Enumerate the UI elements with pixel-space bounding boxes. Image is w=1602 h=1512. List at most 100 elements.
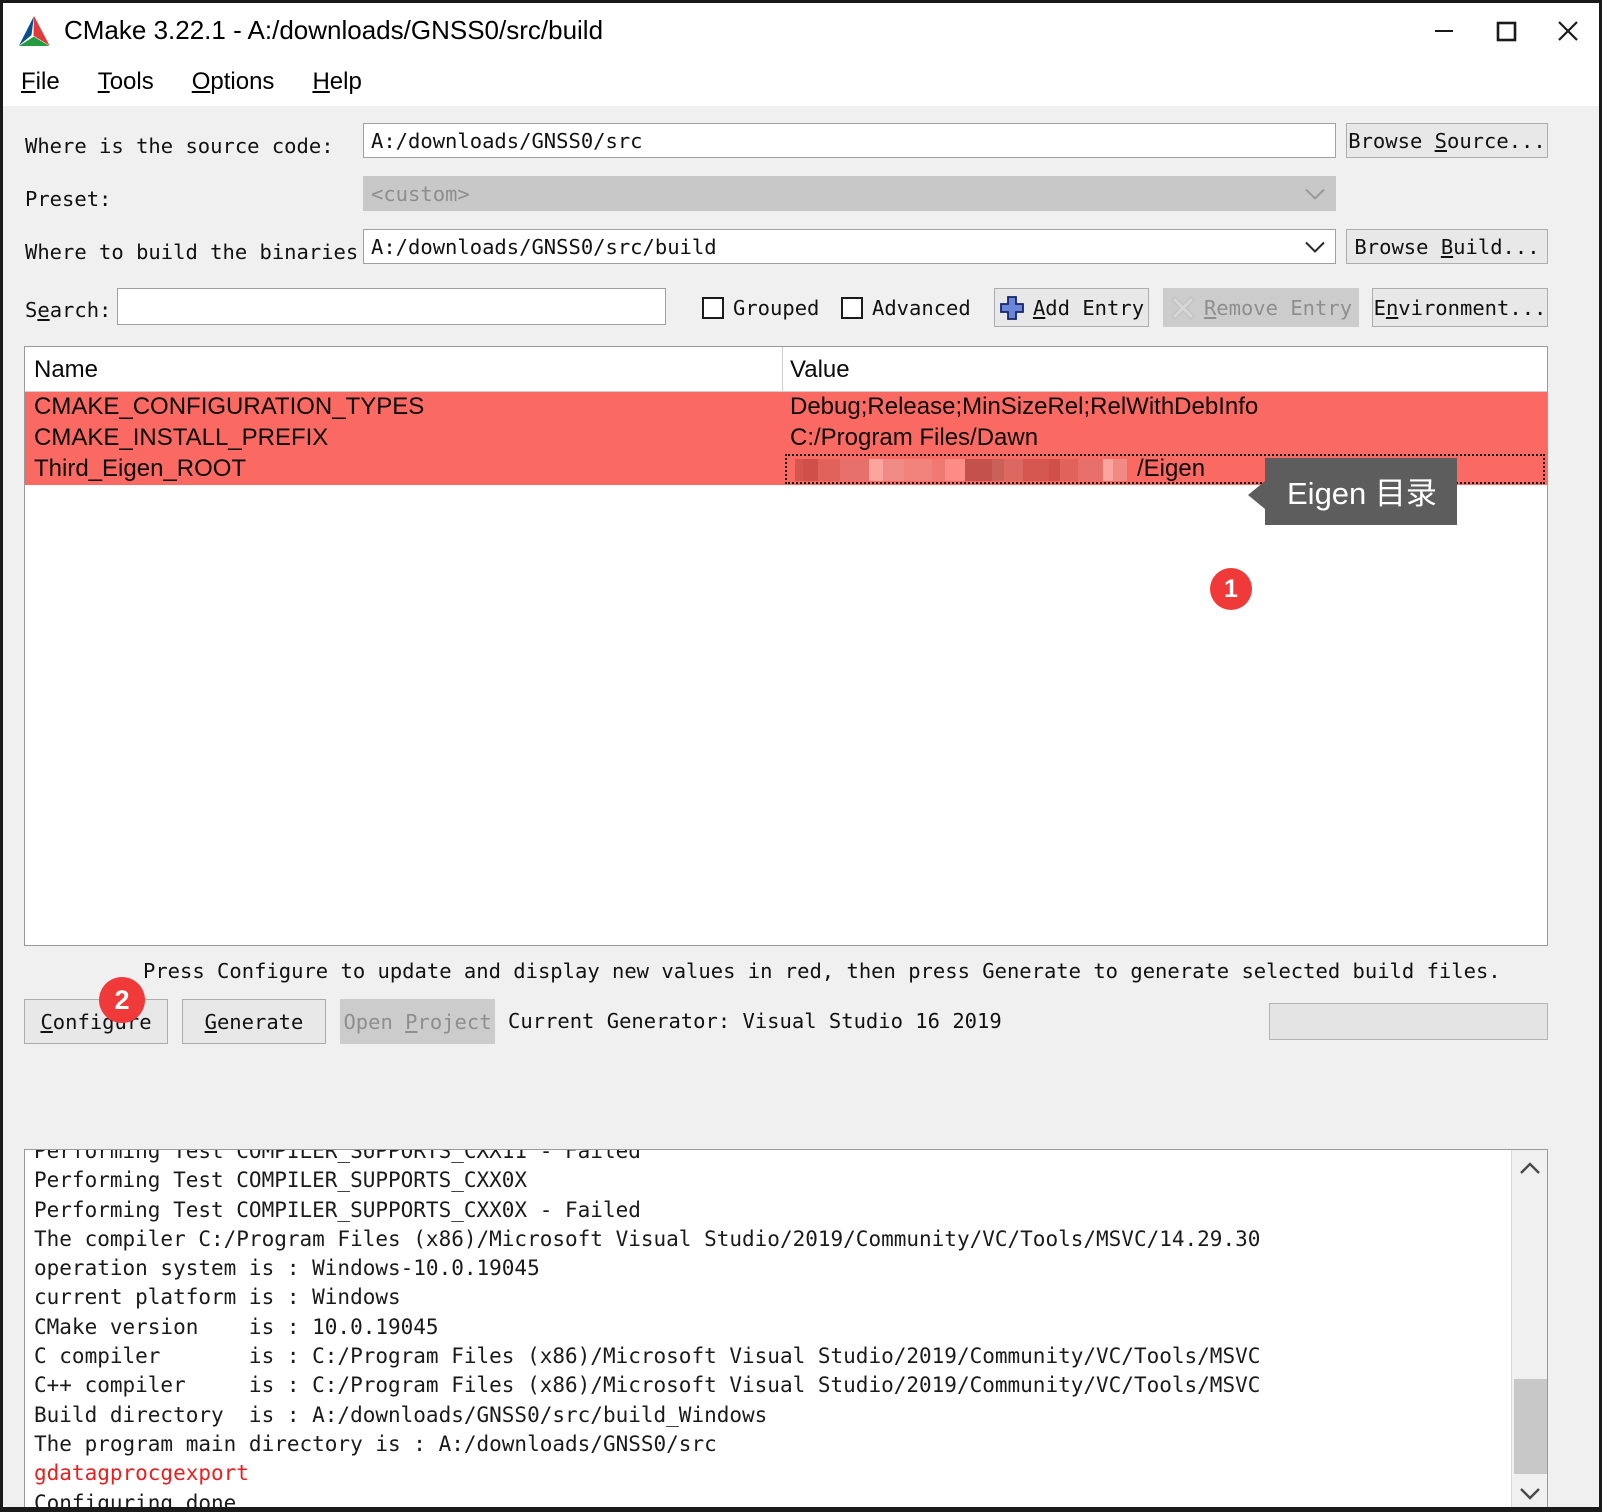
cell-value: C:/Program Files/Dawn	[790, 424, 1039, 451]
chevron-down-icon	[1305, 241, 1325, 253]
redacted-path-mosaic	[795, 459, 1127, 481]
menu-item-help[interactable]: Help	[312, 68, 361, 96]
mosaic-block	[1060, 459, 1078, 481]
console-vertical-scrollbar[interactable]	[1511, 1150, 1547, 1507]
mosaic-block	[1049, 459, 1060, 481]
close-icon	[1558, 20, 1578, 41]
menu-options-accel: O	[191, 68, 211, 95]
console-line: The compiler C:/Program Files (x86)/Micr…	[34, 1226, 1261, 1251]
annotation-badge-2: 2	[99, 977, 145, 1023]
preset-value: <custom>	[371, 181, 470, 206]
build-path-combobox[interactable]: A:/downloads/GNSS0/src/build	[363, 229, 1336, 264]
mosaic-block	[869, 459, 883, 481]
cell-value: /Eigen	[1137, 455, 1206, 482]
console-line: gdatagprocgexport	[34, 1461, 249, 1486]
configure-button[interactable]: Configure	[24, 999, 168, 1044]
source-code-label: Where is the source code:	[25, 134, 334, 158]
cache-entries-table[interactable]: Name Value CMAKE_CONFIGURATION_TYPES Deb…	[24, 346, 1548, 946]
console-line: C++ compiler is : C:/Program Files (x86)…	[34, 1373, 1261, 1398]
mosaic-block	[932, 459, 945, 481]
window-controls	[1413, 3, 1599, 58]
cell-name: CMAKE_INSTALL_PREFIX	[34, 424, 329, 451]
menu-help-accel: H	[312, 68, 330, 95]
mosaic-block	[803, 459, 818, 481]
cmake-logo-icon	[18, 15, 50, 46]
annotation-badge-1: 1	[1210, 568, 1252, 610]
annotation-tooltip-1: Eigen 目录	[1248, 458, 1457, 525]
mosaic-block	[945, 459, 965, 481]
search-input[interactable]	[117, 288, 666, 325]
menu-tools-accel: T	[97, 68, 110, 95]
mosaic-block	[1078, 459, 1103, 481]
search-label: Search:	[25, 298, 112, 322]
scroll-down-button[interactable]	[1512, 1475, 1547, 1507]
menu-item-file[interactable]: File	[21, 68, 60, 96]
chevron-up-icon	[1519, 1161, 1540, 1174]
advanced-label: Advanced	[872, 296, 971, 320]
add-entry-button[interactable]: Add Entry	[994, 288, 1149, 327]
cell-name: Third_Eigen_ROOT	[34, 455, 247, 482]
open-project-label: Open Project	[343, 1009, 492, 1034]
maximize-icon	[1496, 21, 1517, 41]
plus-icon	[1000, 295, 1024, 320]
scroll-thumb-vertical[interactable]	[1514, 1379, 1547, 1474]
cmake-gui-window: CMake 3.22.1 - A:/downloads/GNSS0/src/bu…	[0, 0, 1602, 1512]
console-line: The program main directory is : A:/downl…	[34, 1431, 717, 1456]
minimize-button[interactable]	[1413, 3, 1475, 58]
browse-build-button[interactable]: Browse Build...	[1346, 229, 1548, 264]
column-divider[interactable]	[782, 347, 783, 391]
grouped-checkbox[interactable]: Grouped	[702, 296, 819, 320]
console-line: operation system is : Windows-10.0.19045	[34, 1256, 540, 1281]
environment-button[interactable]: Environment...	[1372, 288, 1548, 327]
cell-name: CMAKE_CONFIGURATION_TYPES	[34, 393, 425, 420]
main-body: Where is the source code: A:/downloads/G…	[3, 106, 1599, 1507]
console-line: Performing Test COMPILER_SUPPORTS_CXX0X …	[34, 1197, 641, 1222]
column-header-name[interactable]: Name	[34, 356, 98, 384]
preset-combobox[interactable]: <custom>	[363, 176, 1336, 211]
menu-file-rest: ile	[35, 68, 60, 95]
close-button[interactable]	[1537, 3, 1599, 58]
scroll-up-button[interactable]	[1512, 1150, 1547, 1186]
advanced-checkbox[interactable]: Advanced	[841, 296, 971, 320]
menu-options-rest: ptions	[210, 68, 275, 95]
hint-text: Press Configure to update and display ne…	[143, 959, 1501, 983]
maximize-button[interactable]	[1475, 3, 1537, 58]
table-header-row: Name Value	[25, 347, 1547, 392]
table-row[interactable]: CMAKE_CONFIGURATION_TYPES Debug;Release;…	[25, 392, 1547, 423]
window-title: CMake 3.22.1 - A:/downloads/GNSS0/src/bu…	[64, 15, 604, 45]
generate-button[interactable]: Generate	[182, 999, 326, 1044]
menu-item-options[interactable]: Options	[192, 68, 275, 96]
remove-entry-button: Remove Entry	[1163, 288, 1359, 327]
menu-file-accel: F	[21, 68, 36, 95]
menu-help-rest: elp	[329, 68, 362, 95]
console-line: C compiler is : C:/Program Files (x86)/M…	[34, 1344, 1261, 1369]
environment-label: Environment...	[1373, 295, 1547, 320]
browse-source-button[interactable]: Browse Source...	[1346, 123, 1548, 158]
mosaic-block	[795, 459, 803, 481]
menu-bar: File Tools Options Help	[3, 58, 1599, 106]
table-row[interactable]: CMAKE_INSTALL_PREFIX C:/Program Files/Da…	[25, 423, 1547, 454]
build-path-value: A:/downloads/GNSS0/src/build	[371, 234, 717, 259]
menu-item-tools[interactable]: Tools	[98, 68, 154, 96]
source-path-value: A:/downloads/GNSS0/src	[371, 128, 643, 153]
source-path-input[interactable]: A:/downloads/GNSS0/src	[363, 123, 1336, 158]
column-header-value[interactable]: Value	[790, 356, 850, 384]
remove-entry-label: Remove Entry	[1203, 295, 1353, 320]
mosaic-block	[1113, 459, 1127, 481]
mosaic-block	[840, 459, 869, 481]
generate-label: Generate	[204, 1009, 304, 1034]
console-output-text: Performing Test COMPILER_SUPPORTS_CXX11 …	[34, 1149, 1499, 1512]
title-bar: CMake 3.22.1 - A:/downloads/GNSS0/src/bu…	[3, 3, 1599, 58]
add-entry-label: Add Entry	[1032, 295, 1145, 320]
console-line: Configuring done	[34, 1490, 237, 1512]
console-output-panel[interactable]: Performing Test COMPILER_SUPPORTS_CXX11 …	[24, 1149, 1548, 1512]
console-line: Performing Test COMPILER_SUPPORTS_CXX0X	[34, 1168, 528, 1193]
console-line: Performing Test COMPILER_SUPPORTS_CXX11 …	[34, 1149, 641, 1163]
open-project-button: Open Project	[340, 999, 495, 1044]
mosaic-block	[1103, 459, 1113, 481]
grouped-label: Grouped	[733, 296, 820, 320]
mosaic-block	[904, 459, 932, 481]
mosaic-block	[818, 459, 840, 481]
console-line: current platform is : Windows	[34, 1285, 401, 1310]
mosaic-block	[1023, 459, 1049, 481]
